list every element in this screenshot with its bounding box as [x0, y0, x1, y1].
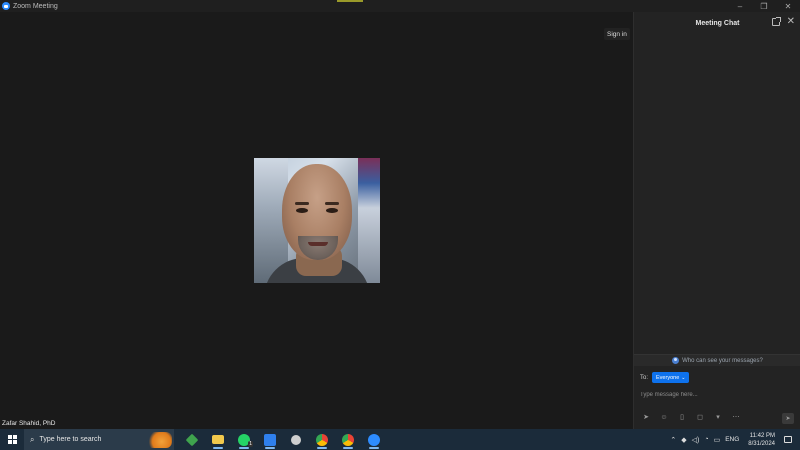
maximize-button[interactable]: ❐: [752, 0, 776, 12]
clock[interactable]: 11:42 PM 8/31/2024: [748, 432, 775, 448]
participant-brow-left: [295, 202, 309, 205]
security-icon[interactable]: ◆: [681, 436, 686, 444]
network-icon[interactable]: ◔: [704, 436, 708, 443]
minimize-button[interactable]: –: [728, 0, 752, 12]
title-accent: [337, 0, 363, 2]
close-icon[interactable]: ✕: [787, 16, 795, 27]
window-controls: – ❐ ✕: [728, 0, 800, 12]
emoji-icon[interactable]: ☺: [660, 414, 668, 422]
close-button[interactable]: ✕: [776, 0, 800, 12]
video-background-right: [358, 158, 380, 283]
whatsapp-icon[interactable]: 1: [234, 429, 254, 450]
chrome-icon[interactable]: [312, 429, 332, 450]
stack-app-icon[interactable]: [182, 429, 202, 450]
taskbar-search[interactable]: ⌕ Type here to search: [24, 429, 174, 450]
screenshot-icon[interactable]: ◻: [696, 414, 704, 422]
battery-icon[interactable]: ▭: [714, 436, 721, 444]
notification-icon[interactable]: [780, 429, 796, 450]
chevron-up-icon[interactable]: ⌃: [670, 436, 676, 444]
recipient-dropdown[interactable]: Everyone ⌄: [652, 372, 690, 383]
who-can-see-bar[interactable]: Who can see your messages?: [634, 354, 800, 366]
search-highlight-icon: [146, 432, 172, 448]
recipient-value: Everyone: [656, 374, 680, 381]
title-bar: Zoom Meeting – ❐ ✕: [0, 0, 800, 12]
taskbar-apps: 1: [182, 429, 384, 450]
participant-video[interactable]: [254, 158, 380, 283]
chevron-down-icon[interactable]: ▾: [714, 414, 722, 422]
chat-toolbar: ➤ ☺ ▯ ◻ ▾ ⋯: [642, 414, 740, 422]
chevron-down-icon: ⌄: [681, 374, 686, 381]
participant-eye-right: [326, 208, 338, 213]
search-placeholder: Type here to search: [39, 436, 102, 443]
clock-date: 8/31/2024: [748, 440, 775, 447]
clock-time: 11:42 PM: [749, 432, 775, 439]
file-explorer-icon[interactable]: [208, 429, 228, 450]
to-label: To:: [640, 374, 649, 381]
window-title: Zoom Meeting: [13, 2, 58, 10]
people-icon: [672, 357, 680, 364]
windows-icon: [7, 435, 17, 444]
more-icon[interactable]: ⋯: [732, 414, 740, 422]
video-area: Sign in: [0, 12, 633, 429]
send-button[interactable]: ➤: [782, 413, 794, 424]
news-app-icon[interactable]: [260, 429, 280, 450]
taskbar: ⌕ Type here to search 1 ⌃ ◆ ◁) ◔ ▭ ENG 1…: [0, 429, 800, 450]
participant-eye-left: [296, 208, 308, 213]
whatsapp-badge: 1: [248, 441, 253, 447]
meeting-chat-panel: Meeting Chat ✕ Who can see your messages…: [633, 12, 800, 429]
file-icon[interactable]: ▯: [678, 414, 686, 422]
language-indicator[interactable]: ENG: [725, 436, 739, 443]
speaker-icon[interactable]: ◁): [692, 436, 700, 444]
who-can-see-text: Who can see your messages?: [682, 357, 763, 364]
zoom-app-icon: [2, 2, 10, 10]
participant-brow-right: [325, 202, 339, 205]
participant-mouth: [308, 242, 328, 246]
popout-icon[interactable]: [772, 17, 781, 26]
start-button[interactable]: [0, 429, 24, 450]
recipient-row: To: Everyone ⌄: [640, 372, 690, 383]
message-input[interactable]: [640, 389, 795, 401]
chrome-alt-icon[interactable]: [338, 429, 358, 450]
search-icon: ⌕: [30, 434, 35, 444]
format-icon[interactable]: ➤: [642, 414, 650, 422]
zoom-icon[interactable]: [364, 429, 384, 450]
sign-in-button[interactable]: Sign in: [604, 28, 630, 40]
participant-name-label: Zafar Shahid, PhD: [2, 420, 56, 427]
system-tray: ⌃ ◆ ◁) ◔ ▭ ENG 11:42 PM 8/31/2024: [670, 429, 800, 450]
settings-icon[interactable]: [286, 429, 306, 450]
chat-title: Meeting Chat: [695, 19, 740, 27]
